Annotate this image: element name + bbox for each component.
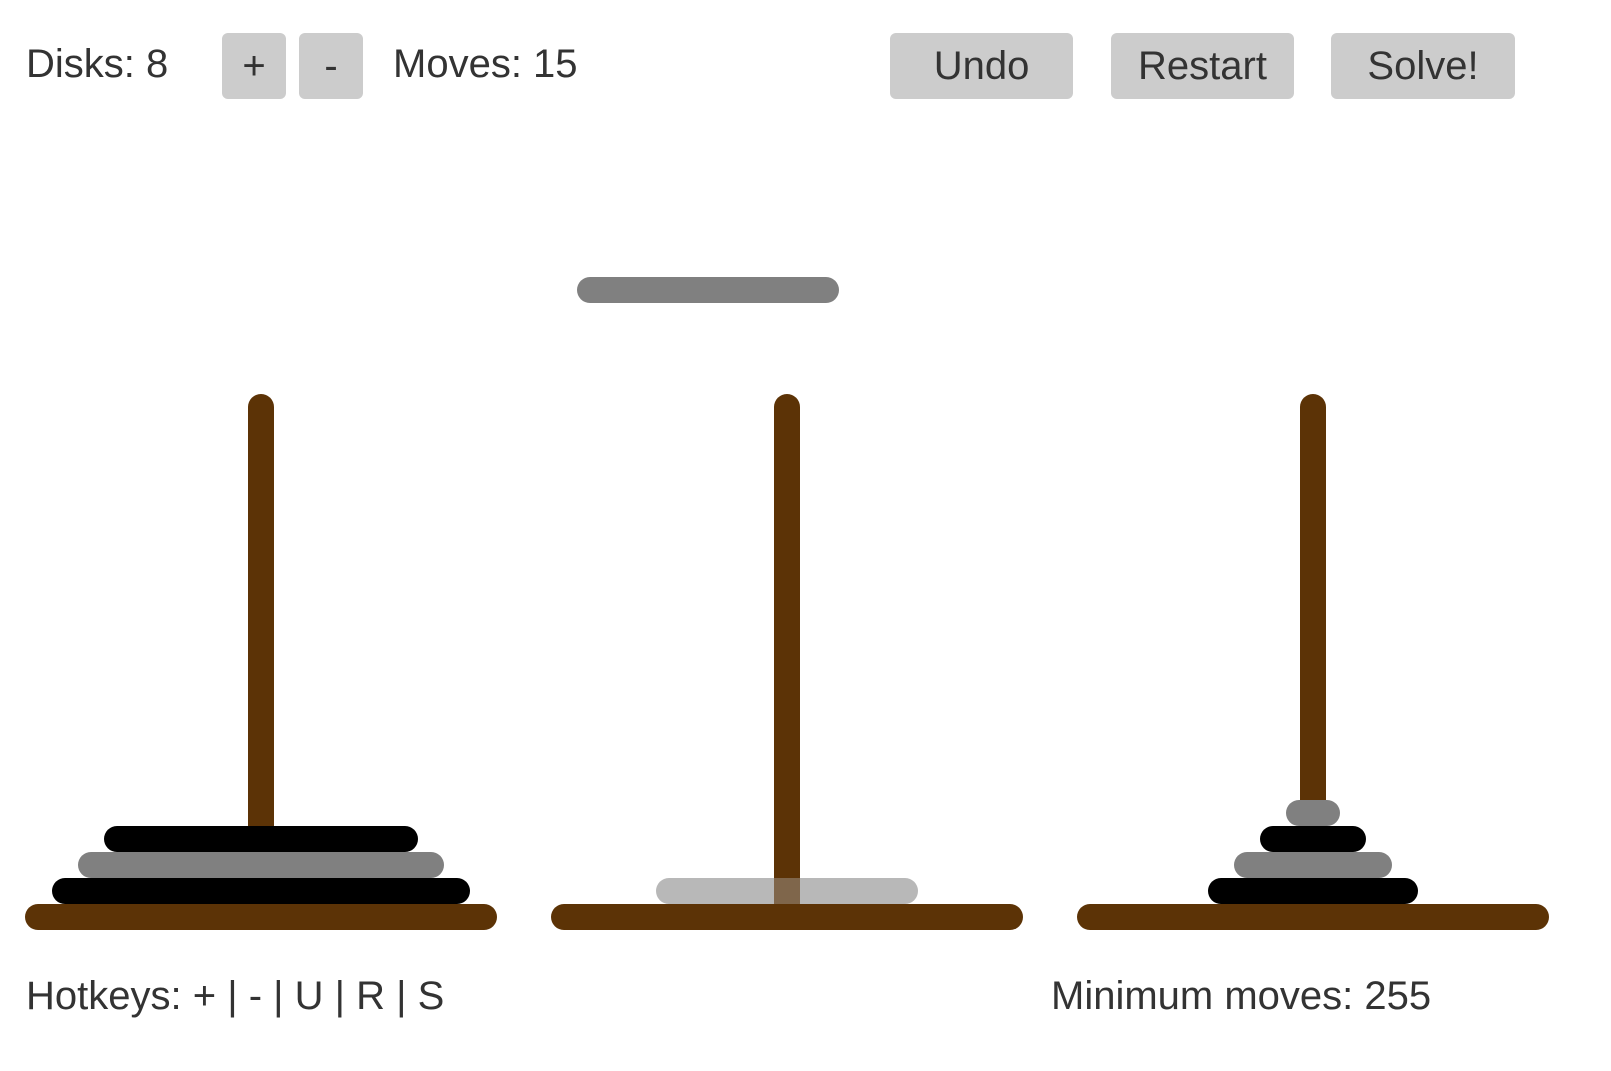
disk-size-4[interactable] — [1208, 878, 1418, 904]
disk-size-1[interactable] — [1286, 800, 1340, 826]
peg-middle-base[interactable] — [551, 904, 1023, 930]
hotkeys-label: Hotkeys: + | - | U | R | S — [26, 974, 445, 1018]
peg-left-base[interactable] — [25, 904, 497, 930]
held-disk[interactable] — [577, 277, 839, 303]
disk-size-7[interactable] — [78, 852, 444, 878]
peg-middle[interactable] — [551, 394, 1023, 930]
disk-size-2[interactable] — [1260, 826, 1366, 852]
disk-size-3[interactable] — [1234, 852, 1392, 878]
peg-middle-pole[interactable] — [774, 394, 800, 917]
disk-size-6[interactable] — [104, 826, 418, 852]
game-board[interactable] — [0, 0, 1611, 1071]
drop-preview-pole-overlap — [774, 878, 800, 904]
disk-size-8[interactable] — [52, 878, 470, 904]
peg-right-base[interactable] — [1077, 904, 1549, 930]
minimum-moves-label: Minimum moves: 255 — [1051, 974, 1432, 1018]
